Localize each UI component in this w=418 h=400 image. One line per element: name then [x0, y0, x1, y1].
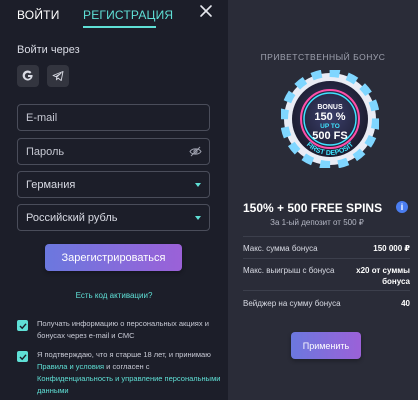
chevron-down-icon [195, 183, 201, 187]
terms-consent-text: Я подтверждаю, что я старше 18 лет, и пр… [37, 349, 222, 397]
row-value: x20 от суммы бонуса [356, 266, 410, 286]
email-input[interactable] [26, 111, 186, 124]
register-button[interactable]: Зарегистрироваться [45, 244, 182, 271]
bonus-detail-row: Макс. сумма бонуса 150 000 ₽ [243, 236, 410, 258]
terms-link[interactable]: Правила и условия [37, 362, 104, 371]
marketing-consent-text: Получать информацию о персональных акция… [37, 319, 209, 340]
row-label: Макс. сумма бонуса [243, 244, 318, 253]
marketing-consent-checkbox[interactable] [17, 320, 28, 331]
bonus-detail-row: Вейджер на сумму бонуса 40 [243, 290, 410, 320]
email-field[interactable] [17, 104, 210, 131]
terms-consent-checkbox[interactable] [17, 351, 28, 362]
bonus-detail-row: Макс. выигрыш с бонуса x20 от суммы бону… [243, 258, 410, 290]
tab-login[interactable]: ВОЙТИ [17, 8, 60, 22]
activation-code-link[interactable]: Есть код активации? [0, 291, 228, 300]
tab-register[interactable]: РЕГИСТРАЦИЯ [83, 8, 173, 22]
active-tab-indicator [83, 26, 156, 28]
close-icon[interactable] [199, 4, 213, 18]
terms-prefix: Я подтверждаю, что я старше 18 лет, и пр… [37, 350, 211, 359]
currency-value: Российский рубль [26, 211, 118, 224]
chip-fs-text: 500 FS [312, 130, 347, 142]
row-label: Макс. выигрыш с бонуса [243, 266, 335, 275]
row-value: 150 000 ₽ [373, 244, 410, 253]
row-label: Вейджер на сумму бонуса [243, 299, 341, 308]
country-select[interactable]: Германия [17, 171, 210, 198]
registration-form-panel: ВОЙТИ РЕГИСТРАЦИЯ Войти через Германия Р… [0, 0, 228, 400]
login-via-label: Войти через [17, 44, 80, 56]
bonus-subtitle: За 1-ый депозит от 500 ₽ [270, 218, 364, 227]
terms-middle: и согласен с [104, 362, 150, 371]
password-input[interactable] [26, 145, 186, 158]
country-value: Германия [26, 178, 76, 191]
google-icon[interactable] [17, 65, 39, 87]
welcome-bonus-panel: ПРИВЕТСТВЕННЫЙ БОНУС BONUS 150 % UP TO 5… [228, 0, 418, 400]
password-field[interactable] [17, 138, 210, 165]
bonus-chip-image: BONUS 150 % UP TO 500 FS FIRST DEPOSIT [281, 70, 379, 168]
chip-bonus-text: BONUS [317, 104, 343, 111]
check-icon [19, 353, 27, 360]
currency-select[interactable]: Российский рубль [17, 204, 210, 231]
chip-upto-text: UP TO [320, 123, 340, 130]
bonus-header: ПРИВЕТСТВЕННЫЙ БОНУС [260, 52, 386, 62]
chevron-down-icon [195, 216, 201, 220]
check-icon [19, 322, 27, 329]
apply-bonus-button[interactable]: Применить [291, 332, 361, 359]
eye-off-icon[interactable] [189, 146, 202, 160]
telegram-icon[interactable] [47, 65, 69, 87]
row-value: 40 [401, 299, 410, 308]
info-icon[interactable]: i [396, 201, 408, 213]
privacy-link[interactable]: Конфиденциальность и управление персонал… [37, 374, 220, 395]
bonus-title: 150% + 500 FREE SPINS [243, 201, 383, 215]
chip-percent-text: 150 % [314, 111, 345, 123]
